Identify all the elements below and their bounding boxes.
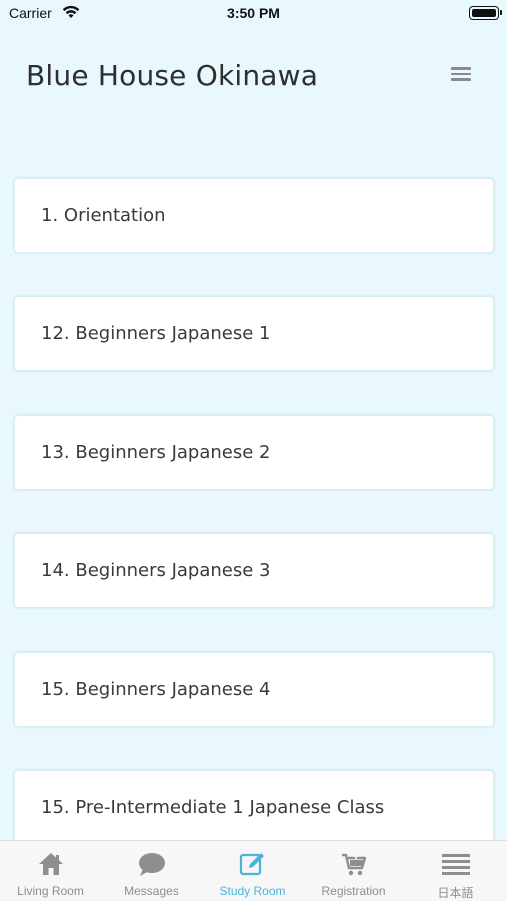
tab-label: Messages — [124, 884, 179, 898]
course-item-label: 12. Beginners Japanese 1 — [41, 323, 271, 344]
chat-bubble-icon — [138, 853, 165, 876]
course-item-label: 15. Beginners Japanese 4 — [41, 679, 271, 700]
course-item-beginners-3[interactable]: 14. Beginners Japanese 3 — [14, 533, 494, 608]
course-item-label: 15. Pre-Intermediate 1 Japanese Class — [41, 797, 385, 818]
cart-icon — [341, 853, 366, 876]
battery-icon — [469, 6, 502, 20]
tab-label: 日本語 — [437, 886, 474, 900]
status-bar: Carrier 3:50 PM — [0, 0, 507, 26]
list-icon — [441, 854, 470, 875]
course-item-label: 14. Beginners Japanese 3 — [41, 560, 271, 581]
tab-study-room[interactable]: Study Room — [202, 841, 303, 901]
tab-registration[interactable]: Registration — [303, 841, 404, 901]
course-list[interactable]: 1. Orientation 12. Beginners Japanese 1 … — [0, 176, 507, 840]
course-item-label: 13. Beginners Japanese 2 — [41, 442, 271, 463]
tab-japanese[interactable]: 日本語 — [405, 841, 506, 901]
course-item-orientation[interactable]: 1. Orientation — [14, 178, 494, 253]
hamburger-menu-icon[interactable] — [448, 64, 474, 86]
course-item-beginners-2[interactable]: 13. Beginners Japanese 2 — [14, 415, 494, 490]
app-title: Blue House Okinawa — [26, 59, 319, 92]
tab-messages[interactable]: Messages — [101, 841, 202, 901]
course-item-label: 1. Orientation — [41, 205, 166, 226]
app-header: Blue House Okinawa — [0, 26, 507, 136]
course-item-beginners-4[interactable]: 15. Beginners Japanese 4 — [14, 652, 494, 727]
clock: 3:50 PM — [227, 5, 280, 21]
edit-icon — [239, 853, 264, 876]
tab-bar: Living Room Messages Study Room Registra… — [0, 840, 507, 900]
tab-label: Study Room — [219, 884, 286, 898]
tab-label: Living Room — [17, 884, 84, 898]
tab-label: Registration — [321, 884, 386, 898]
house-icon — [38, 853, 63, 875]
tab-living-room[interactable]: Living Room — [0, 841, 101, 901]
course-item-pre-intermediate-1[interactable]: 15. Pre-Intermediate 1 Japanese Class — [14, 770, 494, 840]
course-item-beginners-1[interactable]: 12. Beginners Japanese 1 — [14, 296, 494, 371]
